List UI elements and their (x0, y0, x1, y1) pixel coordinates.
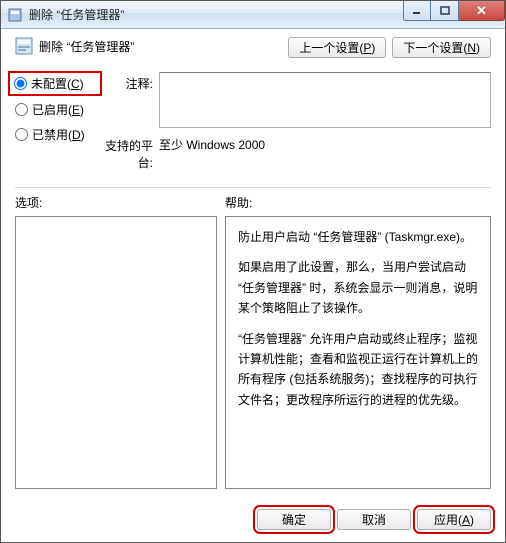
state-radio-group: 未配置(C) 已启用(E) 已禁用(D) (15, 72, 99, 177)
window-controls: ✕ (403, 1, 505, 21)
button-bar: 确定 取消 应用(A) (1, 499, 505, 542)
comment-label: 注释: (99, 72, 159, 128)
help-panel[interactable]: 防止用户启动 “任务管理器” (Taskmgr.exe)。 如果启用了此设置，那… (225, 216, 491, 489)
help-paragraph: 防止用户启动 “任务管理器” (Taskmgr.exe)。 (238, 227, 478, 247)
content-area: 删除 “任务管理器” 上一个设置(P) 下一个设置(N) 未配置(C) 已启用(… (1, 29, 505, 499)
title-bar: 删除 “任务管理器” ✕ (1, 1, 505, 29)
apply-button[interactable]: 应用(A) (417, 509, 491, 530)
platform-value: 至少 Windows 2000 (159, 134, 491, 171)
platform-label: 支持的平台: (99, 134, 159, 171)
app-icon (7, 7, 23, 23)
radio-enabled-input[interactable] (15, 103, 28, 116)
cancel-button[interactable]: 取消 (337, 509, 411, 530)
radio-not-configured-input[interactable] (14, 77, 27, 90)
close-button[interactable]: ✕ (459, 1, 505, 21)
dialog-window: 删除 “任务管理器” ✕ 删除 “任 (0, 0, 506, 543)
divider (15, 187, 491, 188)
policy-icon (15, 37, 33, 55)
radio-not-configured[interactable]: 未配置(C) (11, 74, 99, 93)
radio-enabled[interactable]: 已启用(E) (15, 101, 99, 118)
maximize-button[interactable] (431, 1, 459, 21)
policy-title: 删除 “任务管理器” (39, 38, 134, 55)
help-paragraph: “任务管理器” 允许用户启动或终止程序；监视计算机性能；查看和监视正运行在计算机… (238, 329, 478, 411)
radio-disabled[interactable]: 已禁用(D) (15, 126, 99, 143)
comment-input[interactable] (159, 72, 491, 128)
window-title: 删除 “任务管理器” (29, 6, 124, 23)
help-label: 帮助: (225, 194, 491, 212)
minimize-button[interactable] (403, 1, 431, 21)
options-label: 选项: (15, 194, 225, 212)
ok-button[interactable]: 确定 (257, 509, 331, 530)
help-paragraph: 如果启用了此设置，那么，当用户尝试启动 “任务管理器” 时，系统会显示一则消息，… (238, 257, 478, 318)
options-panel (15, 216, 217, 489)
radio-disabled-input[interactable] (15, 128, 28, 141)
prev-setting-button[interactable]: 上一个设置(P) (288, 37, 386, 58)
next-setting-button[interactable]: 下一个设置(N) (392, 37, 491, 58)
